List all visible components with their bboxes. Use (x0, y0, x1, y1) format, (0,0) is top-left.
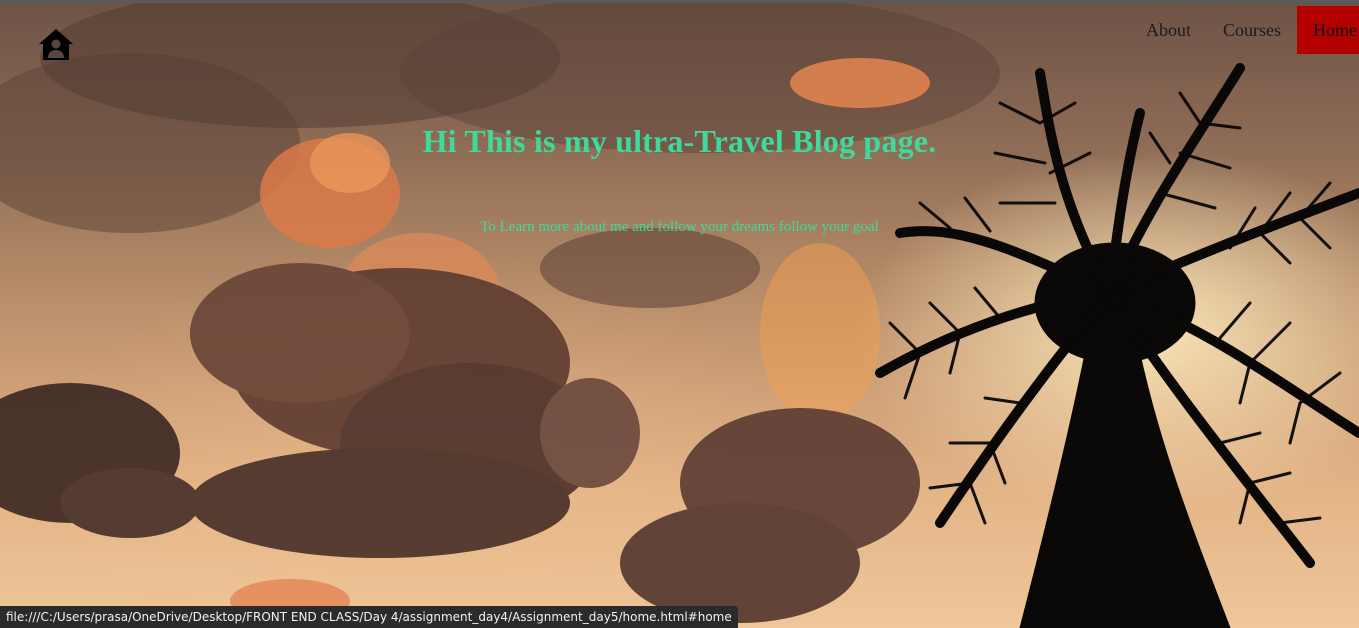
nav-courses-link[interactable]: Courses (1207, 6, 1297, 54)
link-status-bar: file:///C:/Users/prasa/OneDrive/Desktop/… (0, 606, 738, 628)
nav-home-link[interactable]: Home (1297, 6, 1359, 54)
hero-subtext: To Learn more about me and follow your d… (480, 219, 879, 235)
page-headline: Hi This is my ultra-Travel Blog page. (422, 123, 937, 159)
hero-background: About Courses Home Hi This is my ultra-T… (0, 3, 1359, 628)
nav-about-link[interactable]: About (1130, 6, 1207, 54)
top-nav: About Courses Home (1130, 6, 1359, 54)
sunset-scene (0, 3, 1359, 628)
home-user-icon[interactable] (38, 27, 74, 63)
cloud-layer (0, 3, 1000, 623)
